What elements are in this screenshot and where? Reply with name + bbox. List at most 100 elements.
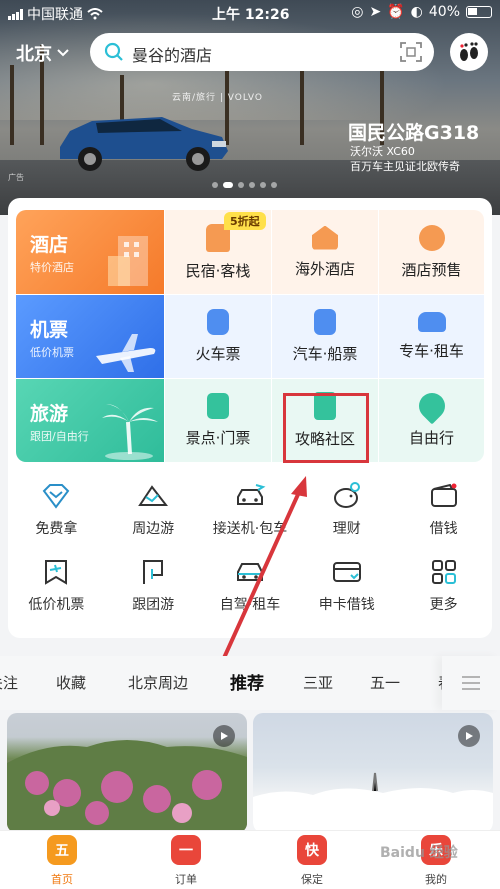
tab-favorites[interactable]: 收藏 — [56, 672, 86, 693]
flight-ticket-icon — [45, 560, 68, 585]
tile-independent-travel[interactable]: 自由行 — [379, 379, 484, 462]
tile-label: 汽车·船票 — [292, 345, 358, 363]
carousel-dot[interactable] — [271, 182, 277, 188]
nav-label: 保定 — [301, 873, 323, 886]
profile-button[interactable] — [450, 33, 488, 71]
tab-sanya[interactable]: 三亚 — [303, 672, 333, 693]
airplane-icon — [96, 334, 156, 372]
car-transfer-icon — [236, 484, 266, 505]
status-bar: 中国联通 上午 12:26 ◎ ➤ ⏰ ◐ 40% — [0, 0, 500, 26]
baoding-icon: 快 — [297, 835, 327, 865]
quick-link-credit-card[interactable]: 申卡借钱 — [298, 556, 395, 614]
tab-recommended[interactable]: 推荐 — [228, 669, 266, 696]
quick-links-row-1: 免费拿 周边游 接送机·包车 理财 借钱 — [8, 480, 492, 538]
nav-orders[interactable]: 一 订单 — [146, 835, 226, 887]
scan-icon[interactable] — [400, 42, 422, 62]
carousel-dot[interactable] — [249, 182, 255, 188]
mountain-icon — [138, 485, 169, 506]
tile-label: 酒店预售 — [401, 260, 462, 279]
bus-icon — [314, 309, 336, 335]
tile-bus-ship[interactable]: 汽车·船票 — [272, 295, 378, 378]
map-pin-icon — [413, 387, 450, 425]
tile-label: 自由行 — [408, 429, 454, 447]
tile-overseas-hotel[interactable]: 海外酒店 — [272, 210, 378, 294]
carousel-dot[interactable] — [260, 182, 266, 188]
carousel-dot-active[interactable] — [223, 182, 233, 188]
grid-more-icon — [431, 560, 456, 584]
tile-label: 海外酒店 — [294, 259, 355, 278]
wifi-icon — [87, 8, 103, 20]
location-icon: ➤ — [369, 4, 382, 20]
tile-label: 专车·租车 — [399, 342, 464, 360]
tab-beijing-nearby[interactable]: 北京周边 — [128, 672, 188, 693]
presale-icon — [418, 224, 445, 251]
flight-tile[interactable]: 机票 低价机票 — [16, 295, 164, 378]
play-icon[interactable] — [458, 725, 480, 747]
tab-may-day[interactable]: 五一 — [370, 672, 400, 693]
headphones-icon: ◐ — [410, 4, 423, 20]
tile-attractions[interactable]: 景点·门票 — [165, 379, 271, 462]
travel-subtitle: 跟团/自由行 — [30, 430, 89, 443]
train-icon — [207, 309, 229, 335]
quick-link-label: 自驾·租车 — [219, 597, 281, 613]
nav-baoding[interactable]: 快 保定 — [272, 835, 352, 887]
search-placeholder: 曼谷的酒店 — [132, 46, 213, 65]
tile-label: 火车票 — [195, 345, 241, 363]
quick-link-cheap-flights[interactable]: 低价机票 — [8, 556, 105, 614]
nav-home[interactable]: 五 首页 — [22, 835, 102, 887]
ticket-icon — [207, 393, 229, 419]
quick-link-more[interactable]: 更多 — [395, 556, 492, 614]
search-input[interactable]: 曼谷的酒店 — [90, 33, 434, 71]
tile-train[interactable]: 火车票 — [165, 295, 271, 378]
travel-title: 旅游 — [30, 403, 69, 425]
carousel-dot[interactable] — [212, 182, 218, 188]
quick-link-borrow[interactable]: 借钱 — [395, 480, 492, 538]
quick-link-group-tour[interactable]: 跟团游 — [105, 556, 202, 614]
tabs-menu-button[interactable] — [442, 656, 500, 710]
battery-percent: 40% — [428, 4, 460, 20]
quick-link-label: 申卡借钱 — [318, 597, 375, 613]
tile-car-rental[interactable]: 专车·租车 — [379, 295, 484, 378]
play-icon[interactable] — [213, 725, 235, 747]
flight-title: 机票 — [30, 319, 69, 341]
quick-link-wealth[interactable]: 理财 — [298, 480, 395, 538]
car-icon — [236, 563, 263, 581]
building-icon — [108, 236, 148, 286]
quick-link-label: 理财 — [332, 521, 361, 537]
city-label: 北京 — [16, 44, 52, 65]
hotel-tile[interactable]: 酒店 特价酒店 — [16, 210, 164, 294]
wallet-icon — [430, 483, 457, 507]
orders-icon: 一 — [171, 835, 201, 865]
quick-link-self-drive[interactable]: 自驾·租车 — [202, 556, 299, 614]
quick-link-nearby[interactable]: 周边游 — [105, 480, 202, 538]
quick-link-label: 跟团游 — [132, 597, 175, 613]
nav-label: 我的 — [425, 873, 447, 886]
feed-card[interactable] — [253, 713, 493, 833]
nav-label: 首页 — [51, 873, 73, 886]
carousel-dot[interactable] — [238, 182, 244, 188]
tile-label: 景点·门票 — [185, 429, 251, 447]
banner-tree — [10, 65, 14, 145]
banner-title: 国民公路G318 — [348, 122, 480, 144]
nav-label: 订单 — [175, 873, 197, 886]
carrier: 中国联通 — [27, 7, 83, 23]
clock: 上午 12:26 — [212, 7, 290, 23]
tab-follow[interactable]: 关注 — [0, 672, 18, 693]
watermark: Baidu 经验 — [380, 845, 458, 861]
hotel-subtitle: 特价酒店 — [30, 261, 74, 274]
flag-icon — [143, 560, 164, 584]
quick-link-label: 更多 — [429, 597, 458, 613]
sea-of-clouds-image — [253, 772, 493, 833]
footprint-icon — [460, 42, 478, 61]
discount-badge: 5折起 — [224, 212, 266, 230]
annotation-highlight-box — [283, 393, 369, 463]
quick-link-airport-transfer[interactable]: 接送机·包车 — [202, 480, 299, 538]
travel-tile[interactable]: 旅游 跟团/自由行 — [16, 379, 164, 462]
feed-card[interactable] — [7, 713, 247, 833]
city-selector[interactable]: 北京 — [16, 40, 69, 66]
banner-subtitle: 百万车主见证北欧传奇 — [350, 160, 460, 173]
tile-hotel-presale[interactable]: 酒店预售 — [379, 210, 484, 294]
home-icon: 五 — [47, 835, 77, 865]
quick-link-free[interactable]: 免费拿 — [8, 480, 105, 538]
carousel-dots[interactable] — [212, 182, 277, 188]
